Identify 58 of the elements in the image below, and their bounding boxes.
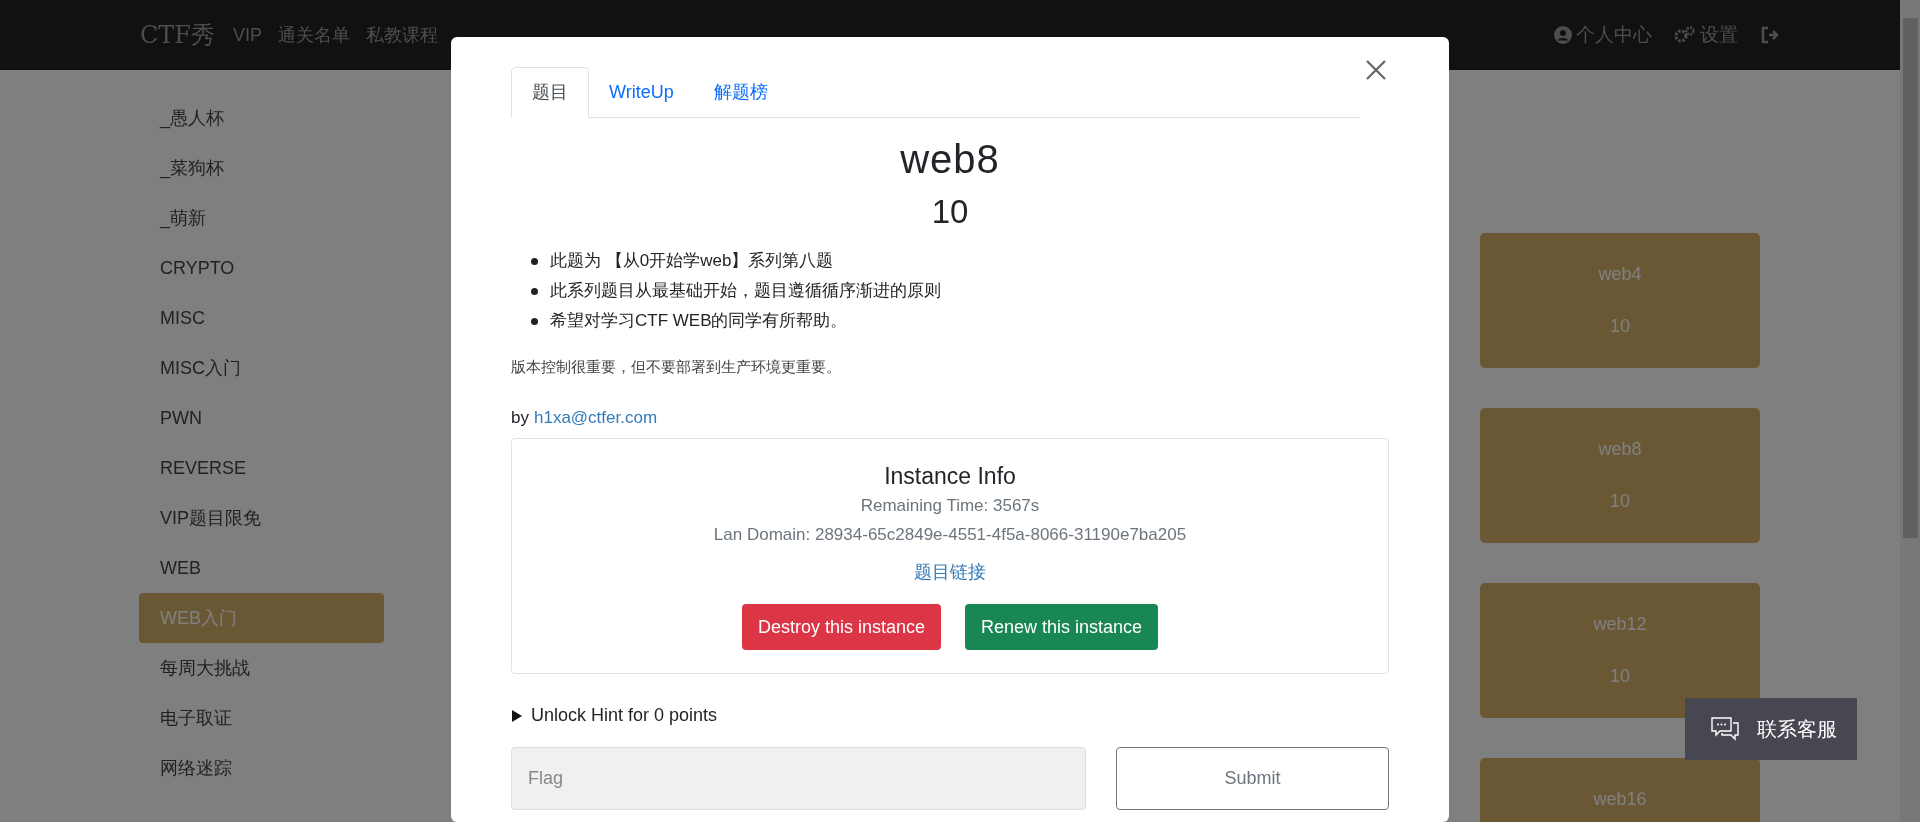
card-points: 10: [1610, 490, 1630, 513]
nav-link[interactable]: VIP: [233, 21, 263, 49]
description-line: 此系列题目从最基础开始，题目遵循循序渐进的原则: [550, 280, 941, 302]
card-title: web4: [1598, 263, 1642, 286]
description-line: 希望对学习CTF WEB的同学有所帮助。: [550, 310, 848, 332]
nav-link[interactable]: 私教课程: [366, 21, 439, 49]
bullet-icon: [531, 257, 538, 265]
tab[interactable]: 题目: [511, 67, 589, 118]
lan-domain: Lan Domain: 28934-65c2849e-4551-4f5a-8066-31190e7ba205: [713, 524, 1187, 546]
card-title: web16: [1593, 788, 1647, 811]
remaining-time: Remaining Time: 3567s: [860, 495, 1040, 517]
flag-input[interactable]: Flag: [511, 747, 1086, 810]
logout-button[interactable]: [1760, 26, 1780, 44]
tab[interactable]: WriteUp: [589, 67, 694, 118]
sidebar-item[interactable]: WEB: [139, 543, 384, 593]
hint-toggle[interactable]: Unlock Hint for 0 points: [511, 702, 718, 729]
challenge-link[interactable]: 题目链接: [914, 559, 986, 586]
scrollbar[interactable]: [1900, 0, 1920, 822]
author-label: by: [511, 406, 529, 429]
instance-heading: Instance Info: [884, 462, 1016, 491]
user-center-link[interactable]: 个人中心: [1554, 20, 1652, 50]
contact-support-button[interactable]: 联系客服: [1685, 698, 1857, 760]
sidebar-item[interactable]: MISC: [139, 293, 384, 343]
card-title: web12: [1593, 613, 1647, 636]
description-line: 此题为 【从0开始学web】系列第八题: [550, 250, 834, 272]
challenge-points: 10: [930, 192, 970, 232]
submit-button[interactable]: Submit: [1116, 747, 1389, 810]
bullet-icon: [531, 287, 538, 295]
sidebar-item[interactable]: REVERSE: [139, 443, 384, 493]
sidebar-item[interactable]: 每周大挑战: [139, 643, 384, 693]
sidebar-item[interactable]: MISC入门: [139, 343, 384, 393]
close-button[interactable]: [1365, 59, 1387, 81]
settings-link[interactable]: 设置: [1674, 20, 1738, 50]
sidebar-item[interactable]: 电子取证: [139, 693, 384, 743]
nav-link[interactable]: 通关名单: [278, 21, 351, 49]
sidebar-item[interactable]: _萌新: [139, 193, 384, 243]
settings-icon: [1674, 26, 1696, 44]
user-icon: [1554, 26, 1572, 44]
site-logo[interactable]: CTF秀: [140, 17, 216, 53]
sidebar-item[interactable]: 网络迷踪: [139, 743, 384, 793]
card-points: 10: [1610, 665, 1630, 688]
renew-button[interactable]: Renew this instance: [965, 604, 1159, 650]
tab[interactable]: 解题榜: [693, 67, 788, 118]
sidebar-item[interactable]: VIP题目限免: [139, 493, 384, 543]
card-points: 10: [1610, 315, 1630, 338]
challenge-note: 版本控制很重要，但不要部署到生产环境更重要。: [511, 357, 842, 377]
card-title: web8: [1598, 438, 1642, 461]
challenge-title: web8: [899, 136, 1001, 183]
sidebar-item[interactable]: PWN: [139, 393, 384, 443]
sidebar-item[interactable]: _菜狗杯: [139, 143, 384, 193]
bullet-icon: [531, 317, 538, 325]
author-email-link[interactable]: h1xa@ctfer.com: [533, 404, 658, 430]
sidebar-item[interactable]: _愚人杯: [139, 93, 384, 143]
chat-icon: [1711, 716, 1739, 742]
destroy-button[interactable]: Destroy this instance: [741, 604, 941, 650]
sidebar-item[interactable]: CRYPTO: [139, 243, 384, 293]
caret-icon: [511, 709, 523, 722]
close-icon: [1365, 59, 1387, 81]
